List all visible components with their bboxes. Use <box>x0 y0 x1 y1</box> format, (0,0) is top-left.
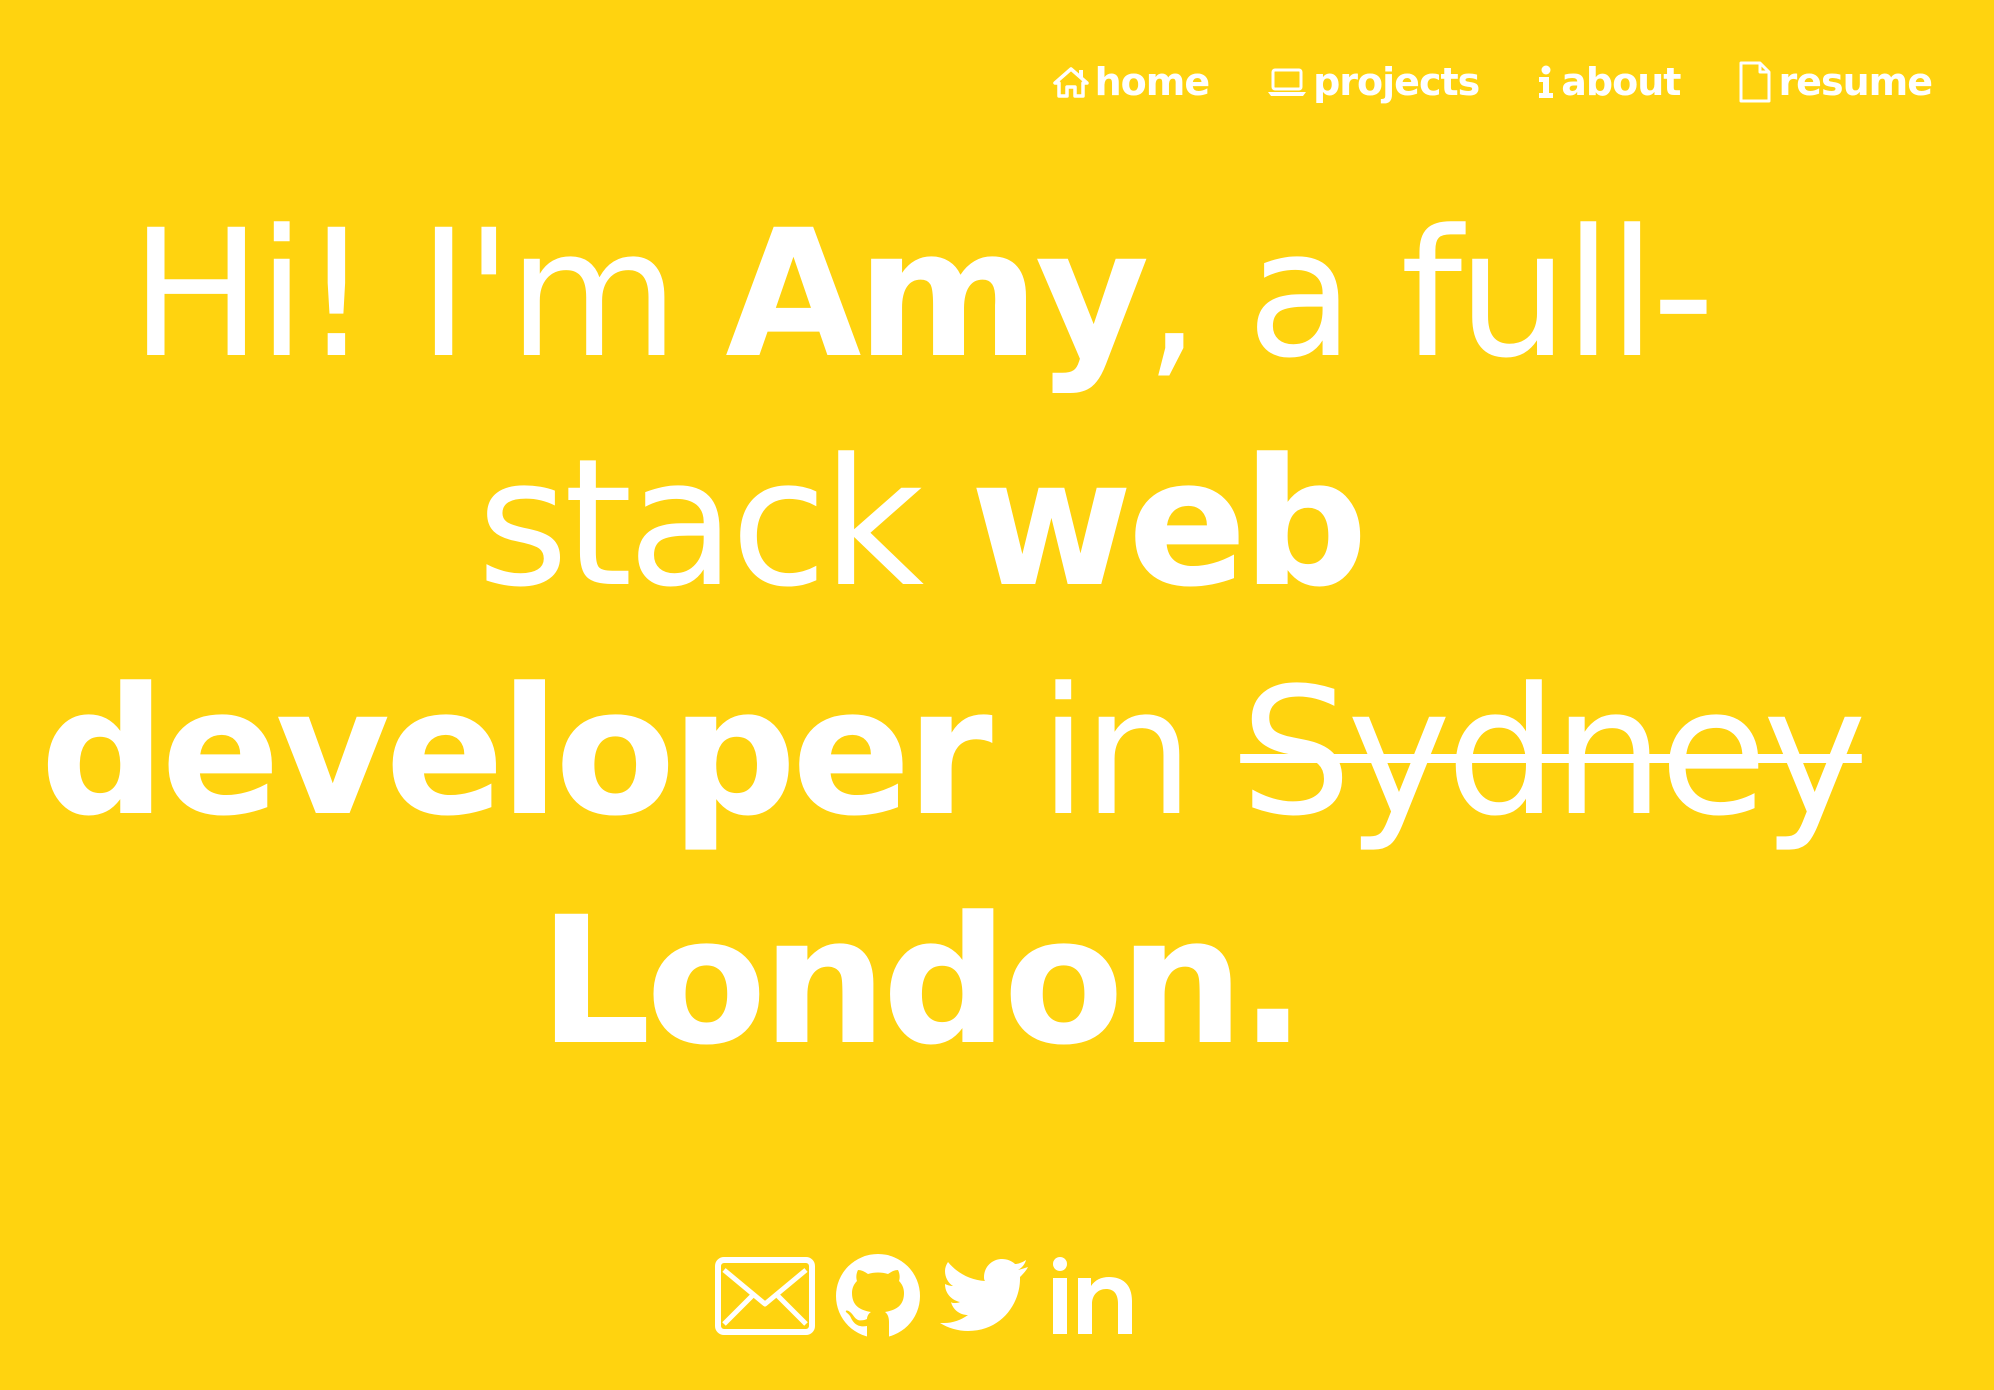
hero-role-developer: developer <box>40 650 993 855</box>
nav-home-label: home <box>1094 60 1211 104</box>
linkedin-icon <box>1053 1257 1132 1334</box>
hero-line-1: Hi! I'm Amy, a full- <box>40 180 1800 409</box>
nav-projects-link[interactable]: projects <box>1267 60 1480 104</box>
nav-home-link[interactable]: home <box>1052 60 1211 104</box>
twitter-link[interactable] <box>940 1258 1030 1334</box>
twitter-icon <box>940 1259 1028 1331</box>
envelope-icon <box>715 1257 815 1335</box>
hero-greeting: Hi! I'm <box>129 192 726 397</box>
social-links <box>714 1252 1140 1340</box>
hero-after-name: , a full- <box>1144 192 1715 397</box>
linkedin-link[interactable] <box>1048 1256 1140 1336</box>
email-link[interactable] <box>714 1256 816 1336</box>
hero-stack-text: stack <box>476 421 971 626</box>
nav-resume-label: resume <box>1778 60 1933 104</box>
hero-line-2: stack web <box>40 409 1800 638</box>
hero-new-city: London <box>538 879 1245 1084</box>
hero-old-city: Sydney <box>1240 650 1867 855</box>
info-icon <box>1539 65 1554 98</box>
hero-role-web: web <box>970 421 1368 626</box>
top-navigation: home projects about resume <box>1052 60 1933 104</box>
github-icon <box>836 1254 920 1338</box>
hero-line-4: London. <box>40 867 1800 1096</box>
nav-resume-link[interactable]: resume <box>1738 60 1933 104</box>
laptop-icon <box>1268 68 1307 96</box>
home-icon <box>1052 67 1089 98</box>
hero-in-text: in <box>987 650 1241 855</box>
github-link[interactable] <box>834 1252 922 1340</box>
hero-line-3: developer in Sydney <box>40 638 1867 867</box>
nav-projects-label: projects <box>1313 60 1480 104</box>
document-icon <box>1739 61 1771 103</box>
nav-about-link[interactable]: about <box>1537 60 1681 104</box>
nav-about-label: about <box>1561 60 1681 104</box>
hero-heading: Hi! I'm Amy, a full- stack web developer… <box>40 180 1867 1096</box>
hero-period: . <box>1239 879 1306 1084</box>
hero-name: Amy <box>725 192 1149 397</box>
